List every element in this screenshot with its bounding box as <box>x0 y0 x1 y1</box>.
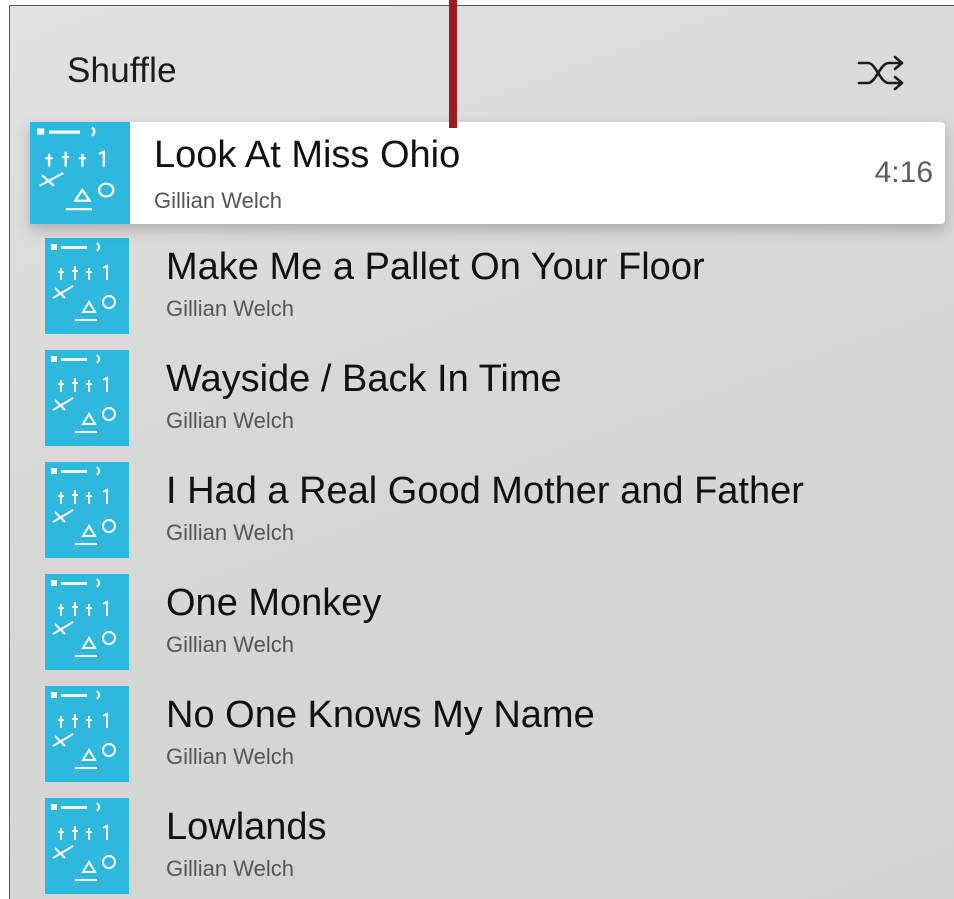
album-cover-icon <box>30 122 130 224</box>
track-artist: Gillian Welch <box>166 296 294 321</box>
album-cover-icon <box>45 574 129 670</box>
track-row[interactable]: One Monkey Gillian Welch <box>10 574 954 686</box>
track-artist: Gillian Welch <box>166 408 294 433</box>
track-row[interactable]: No One Knows My Name Gillian Welch <box>10 686 954 798</box>
album-cover-icon <box>45 238 129 334</box>
track-row[interactable]: Lowlands Gillian Welch <box>10 798 954 899</box>
shuffle-playlist-panel: Shuffle Look At Miss Ohio Gillian Welch … <box>9 5 954 899</box>
track-row[interactable]: I Had a Real Good Mother and Father Gill… <box>10 462 954 574</box>
track-artist: Gillian Welch <box>166 744 294 769</box>
track-title: Make Me a Pallet On Your Floor <box>166 246 705 288</box>
track-title: Lowlands <box>166 806 327 848</box>
album-cover-icon <box>45 350 129 446</box>
page-title: Shuffle <box>67 51 177 90</box>
track-row[interactable]: Wayside / Back In Time Gillian Welch <box>10 350 954 462</box>
shuffle-icon <box>857 55 904 91</box>
track-title: One Monkey <box>166 582 382 624</box>
callout-line <box>449 0 457 128</box>
track-title: No One Knows My Name <box>166 694 595 736</box>
track-artist: Gillian Welch <box>154 188 282 213</box>
track-artist: Gillian Welch <box>166 856 294 881</box>
track-artist: Gillian Welch <box>166 632 294 657</box>
track-title: Wayside / Back In Time <box>166 358 562 400</box>
album-cover-icon <box>45 686 129 782</box>
album-cover-icon <box>45 462 129 558</box>
track-row[interactable]: Make Me a Pallet On Your Floor Gillian W… <box>10 238 954 350</box>
shuffle-button[interactable] <box>856 51 908 95</box>
track-title: Look At Miss Ohio <box>154 134 461 176</box>
album-cover-icon <box>45 798 129 894</box>
track-row-selected[interactable]: Look At Miss Ohio Gillian Welch 4:16 <box>30 122 945 224</box>
header: Shuffle <box>10 6 954 124</box>
track-duration: 4:16 <box>874 156 933 189</box>
track-title: I Had a Real Good Mother and Father <box>166 470 804 512</box>
track-artist: Gillian Welch <box>166 520 294 545</box>
